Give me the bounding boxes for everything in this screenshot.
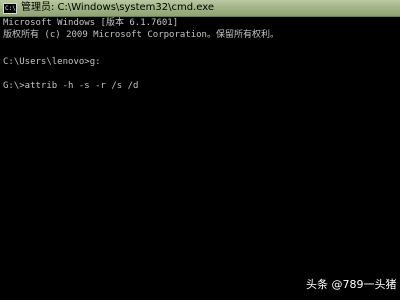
console-line-version: Microsoft Windows [版本 6.1.7601] [3, 18, 179, 28]
cmd-icon[interactable]: C:\ [3, 3, 17, 14]
title-bar[interactable]: C:\ 管理员: C:\Windows\system32\cmd.exe [0, 0, 400, 17]
console-area[interactable]: Microsoft Windows [版本 6.1.7601] 版权所有 (c)… [0, 17, 400, 300]
console-line-copyright: 版权所有 (c) 2009 Microsoft Corporation。保留所有… [3, 30, 279, 40]
cmd-window: C:\ 管理员: C:\Windows\system32\cmd.exe Mic… [0, 0, 400, 300]
console-line-drive-change: C:\Users\lenovo>g: [3, 57, 101, 67]
console-line-attrib-command: G:\>attrib -h -s -r /s /d [3, 81, 139, 91]
watermark: 头条 @789一头猪 [306, 278, 397, 291]
window-title: 管理员: C:\Windows\system32\cmd.exe [21, 2, 215, 13]
